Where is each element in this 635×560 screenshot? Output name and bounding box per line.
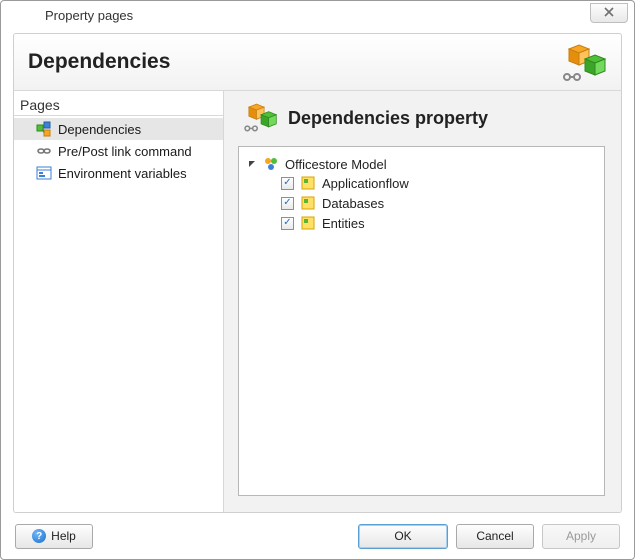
sidebar-item-env-vars[interactable]: Environment variables [14, 162, 223, 184]
dependencies-icon [36, 121, 52, 137]
tree-node-applicationflow[interactable]: ✓ Applicationflow [281, 173, 596, 193]
checkbox[interactable]: ✓ [281, 217, 294, 230]
tree-root-label: Officestore Model [285, 157, 387, 172]
tree-children: ✓ Applicationflow ✓ [247, 173, 596, 233]
footer-buttons: OK Cancel Apply [358, 524, 620, 549]
sidebar: Pages Dependencies [14, 91, 224, 512]
tree-node-label: Applicationflow [322, 176, 409, 191]
dialog-body: Pages Dependencies [13, 91, 622, 513]
tree-node-entities[interactable]: ✓ Entities [281, 213, 596, 233]
checkbox[interactable]: ✓ [281, 177, 294, 190]
help-label: Help [51, 529, 76, 543]
tree-node-label: Entities [322, 216, 365, 231]
component-icon [300, 215, 316, 231]
close-icon [603, 6, 615, 20]
header-strip: Dependencies [13, 33, 622, 91]
nav-list: Dependencies Pre/Post link command [14, 116, 223, 186]
sidebar-title: Pages [14, 91, 223, 116]
sidebar-item-pre-post-link[interactable]: Pre/Post link command [14, 140, 223, 162]
page-title: Dependencies [28, 50, 170, 74]
component-icon [300, 195, 316, 211]
apply-label: Apply [566, 529, 596, 543]
content-panel: Dependencies property Officestore Mode [224, 91, 621, 512]
titlebar: Property pages [1, 1, 634, 29]
content-title: Dependencies property [288, 108, 488, 129]
cancel-label: Cancel [476, 529, 513, 543]
cancel-button[interactable]: Cancel [456, 524, 534, 549]
dialog-footer: ? Help OK Cancel Apply [1, 513, 634, 559]
tree-root-node[interactable]: Officestore Model [247, 155, 596, 173]
window-title: Property pages [17, 8, 133, 23]
close-button[interactable] [590, 3, 628, 23]
ok-button[interactable]: OK [358, 524, 448, 549]
ok-label: OK [394, 529, 411, 543]
help-button[interactable]: ? Help [15, 524, 93, 549]
component-icon [300, 175, 316, 191]
sidebar-item-label: Dependencies [58, 122, 141, 137]
help-icon: ? [32, 529, 46, 543]
tree-node-databases[interactable]: ✓ Databases [281, 193, 596, 213]
tree-node-label: Databases [322, 196, 384, 211]
property-pages-dialog: Property pages Dependencies [0, 0, 635, 560]
content-header: Dependencies property [238, 101, 605, 136]
link-icon [36, 143, 52, 159]
sidebar-item-label: Pre/Post link command [58, 144, 192, 159]
chevron-down-icon[interactable] [247, 159, 257, 169]
checkbox[interactable]: ✓ [281, 197, 294, 210]
dependencies-tree[interactable]: Officestore Model ✓ Applicationflow [238, 146, 605, 496]
sidebar-item-label: Environment variables [58, 166, 187, 181]
env-icon [36, 165, 52, 181]
model-icon [263, 156, 279, 172]
dependencies-boxes-icon [238, 101, 278, 136]
apply-button[interactable]: Apply [542, 524, 620, 549]
dependencies-boxes-icon [555, 41, 607, 83]
sidebar-item-dependencies[interactable]: Dependencies [14, 118, 223, 140]
